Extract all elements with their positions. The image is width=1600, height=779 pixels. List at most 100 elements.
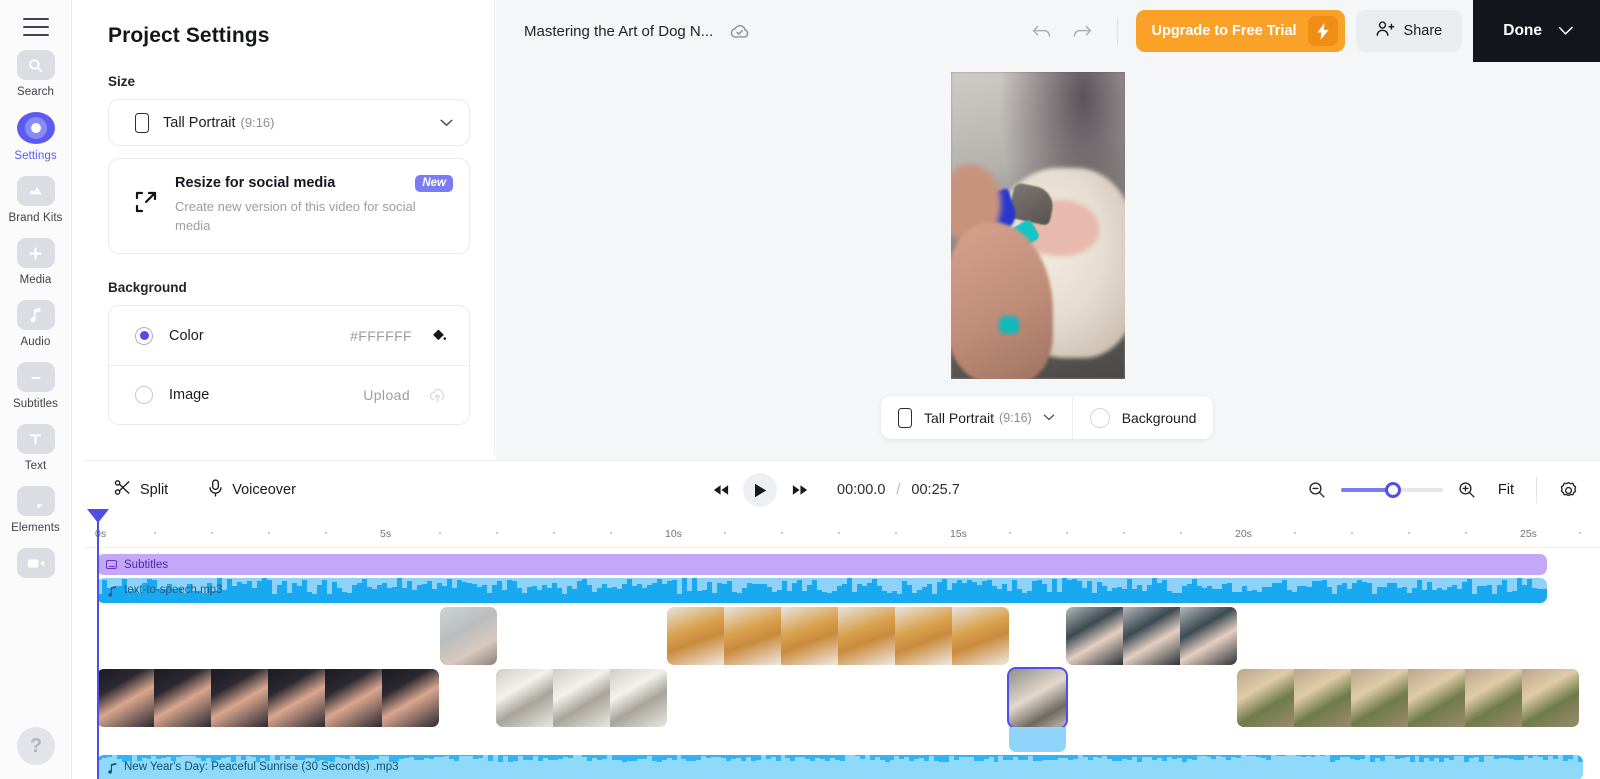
help-icon[interactable]: ?	[17, 727, 55, 765]
search-icon	[16, 50, 55, 80]
upgrade-to-free-trial-button[interactable]: Upgrade to Free Trial	[1135, 10, 1345, 52]
ruler-tick-dot	[1408, 532, 1410, 534]
clip-thumbnail	[268, 669, 325, 727]
video-clip[interactable]	[97, 669, 439, 727]
ruler-tick-dot	[1066, 532, 1068, 534]
ruler-tick-dot	[268, 532, 270, 534]
zoom-out-icon[interactable]	[1308, 481, 1326, 499]
clip-thumbnail	[553, 669, 610, 727]
timeline-toolbar: Split Voiceover 00:00.0 / 00:25.7 Fit	[83, 461, 1600, 519]
video-clip[interactable]	[667, 607, 1009, 665]
sidebar-item-media[interactable]: Media	[0, 238, 72, 286]
clip-thumbnail	[895, 607, 952, 665]
ruler-tick-label: 25s	[1520, 528, 1537, 540]
video-clip[interactable]	[1066, 607, 1237, 665]
size-section-label: Size	[108, 74, 136, 89]
radio-color[interactable]	[135, 326, 153, 345]
clip-thumbnail	[1066, 607, 1123, 665]
background-color-value: #FFFFFF	[350, 327, 412, 344]
ruler-tick-dot	[553, 532, 555, 534]
transport-controls: 00:00.0 / 00:25.7	[705, 473, 960, 507]
share-label: Share	[1403, 23, 1443, 39]
color-swatch-icon	[1089, 407, 1110, 428]
playhead[interactable]	[87, 509, 109, 779]
split-label: Split	[140, 482, 169, 498]
upload-cloud-icon[interactable]	[428, 387, 447, 404]
sidebar-item-search[interactable]: Search	[0, 50, 72, 98]
clip-thumbnail	[1123, 607, 1180, 665]
timeline-ruler[interactable]: 0s 5s 10s 15s 20s 25s	[83, 519, 1600, 548]
ruler-tick-dot	[1579, 532, 1581, 534]
music-clip-label: New Year's Day: Peaceful Sunrise (30 Sec…	[124, 761, 399, 773]
fast-forward-button[interactable]	[784, 475, 815, 506]
tts-audio-clip[interactable]: text-to-speech.mp3	[97, 578, 1547, 603]
clip-thumbnail	[1522, 669, 1579, 727]
sidebar-label-media: Media	[19, 274, 52, 286]
fit-button[interactable]: Fit	[1498, 482, 1514, 498]
redo-icon[interactable]	[1065, 14, 1099, 48]
sidebar-item-text[interactable]: Text	[0, 424, 72, 472]
person-add-icon	[1376, 20, 1395, 42]
resize-for-social-media-button[interactable]: Resize for social media New Create new v…	[108, 158, 470, 254]
video-clip[interactable]	[1007, 667, 1068, 729]
video-clip[interactable]	[496, 669, 667, 727]
share-button[interactable]: Share	[1355, 10, 1463, 52]
resize-title: Resize for social media	[175, 175, 336, 191]
split-button[interactable]: Split	[114, 479, 168, 501]
total-time: 00:25.7	[911, 482, 960, 498]
size-select[interactable]: Tall Portrait (9:16)	[108, 99, 470, 146]
stage-ratio-select[interactable]: Tall Portrait (9:16)	[881, 396, 1072, 439]
video-editor-root: Search Settings Brand Kits Media Audio S…	[0, 0, 1600, 779]
status-badge: New	[415, 175, 453, 192]
background-image-row[interactable]: Image Upload	[109, 365, 469, 424]
rewind-button[interactable]	[705, 475, 736, 506]
sidebar-label-search: Search	[16, 86, 55, 98]
done-button[interactable]: Done	[1473, 0, 1600, 62]
cloud-saved-icon[interactable]	[729, 23, 750, 39]
resize-subtitle: Create new version of this video for soc…	[175, 199, 416, 233]
radio-image[interactable]	[135, 386, 153, 404]
background-color-row[interactable]: Color #FFFFFF	[109, 306, 469, 365]
sidebar-label-elements: Elements	[11, 522, 60, 534]
background-upload-label[interactable]: Upload	[363, 387, 410, 403]
current-time: 00:00.0	[837, 482, 886, 498]
settings-icon	[16, 112, 55, 144]
chevron-down-icon	[1043, 412, 1055, 424]
ruler-tick-dot	[724, 532, 726, 534]
sidebar-item-settings[interactable]: Settings	[0, 112, 72, 162]
rail-fade	[0, 679, 71, 713]
stage-background-button[interactable]: Background	[1073, 396, 1214, 439]
music-audio-clip[interactable]: New Year's Day: Peaceful Sunrise (30 Sec…	[97, 755, 1583, 779]
ruler-tick-label: 20s	[1235, 528, 1252, 540]
hamburger-icon[interactable]	[22, 18, 49, 36]
zoom-slider[interactable]	[1340, 482, 1443, 498]
sidebar-item-elements[interactable]: Elements	[0, 486, 72, 534]
video-preview[interactable]	[951, 72, 1125, 379]
sidebar-label-text: Text	[24, 460, 47, 472]
zoom-in-icon[interactable]	[1458, 481, 1476, 499]
stage-ratio-value: (9:16)	[999, 410, 1032, 425]
paint-bucket-icon[interactable]	[430, 327, 447, 344]
sidebar-item-subtitles[interactable]: Subtitles	[0, 362, 72, 410]
subtitles-track-clip[interactable]: Subtitles	[97, 554, 1547, 575]
sidebar-item-partial[interactable]	[0, 548, 72, 578]
selected-clip-fill[interactable]	[1009, 727, 1066, 752]
music-note-icon	[16, 300, 55, 330]
play-button[interactable]	[743, 473, 777, 507]
clip-thumbnail	[154, 669, 211, 727]
stage-ratio-name: Tall Portrait	[924, 409, 995, 426]
sidebar-label-brand-kits: Brand Kits	[8, 212, 63, 224]
undo-icon[interactable]	[1025, 14, 1059, 48]
ruler-tick-dot	[1294, 532, 1296, 534]
video-clip[interactable]	[1237, 669, 1579, 727]
gear-icon[interactable]	[1559, 481, 1578, 500]
sidebar-item-brand-kits[interactable]: Brand Kits	[0, 176, 72, 224]
ruler-tick-dot	[1465, 532, 1467, 534]
sidebar-item-audio[interactable]: Audio	[0, 300, 72, 348]
zoom-slider-knob[interactable]	[1384, 482, 1401, 498]
project-title[interactable]: Mastering the Art of Dog N...	[524, 23, 713, 40]
video-clip[interactable]	[440, 607, 497, 665]
voiceover-button[interactable]: Voiceover	[208, 478, 296, 502]
subtitles-icon	[106, 560, 117, 569]
ruler-tick-label: 10s	[665, 528, 682, 540]
